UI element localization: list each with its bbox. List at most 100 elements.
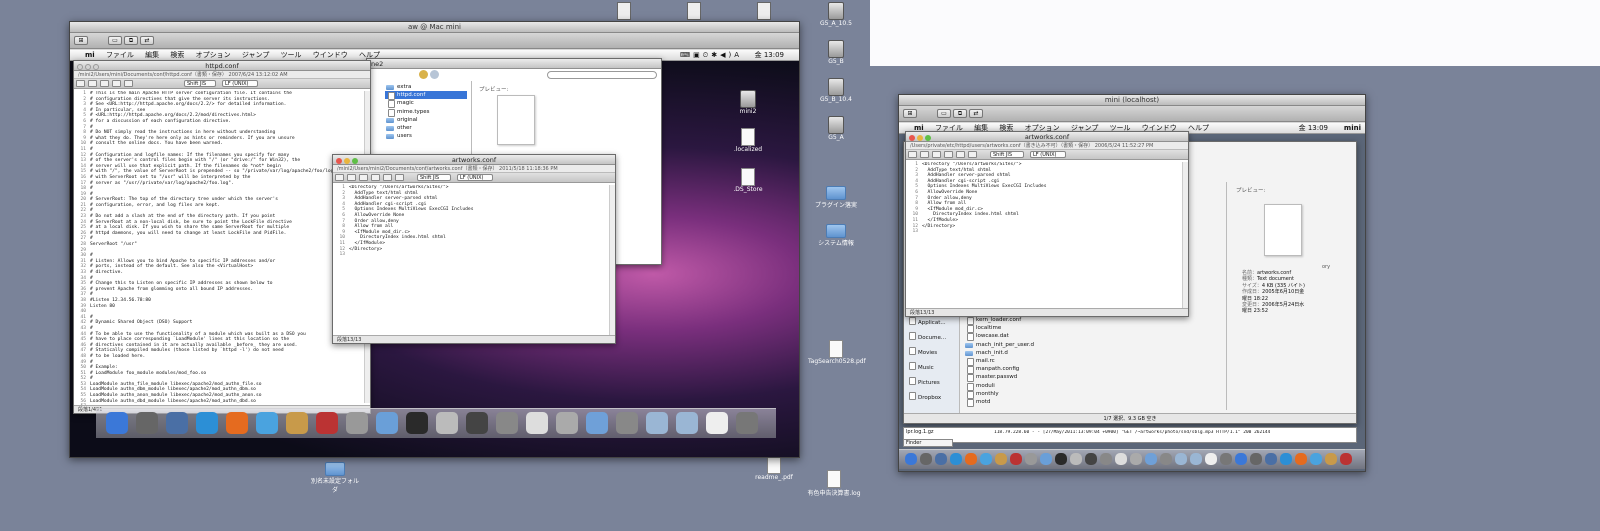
code-line[interactable]: LoadModule authn_dbd_module libexec/apac… <box>90 399 366 403</box>
dock-app-icon[interactable] <box>136 412 158 434</box>
dock-app-icon[interactable] <box>1085 453 1097 465</box>
transfer-icon[interactable]: ⇄ <box>140 36 154 45</box>
list-item[interactable]: mime.types <box>385 108 467 117</box>
sidebar-item[interactable]: Docume... <box>906 331 960 346</box>
drive-icon[interactable]: G5_B_10.4 <box>812 78 860 103</box>
list-item[interactable]: original <box>385 116 467 124</box>
list-item-selected[interactable]: httpd.conf <box>385 91 467 101</box>
menubar-user[interactable]: mini <box>1344 123 1361 134</box>
dock-app-icon[interactable] <box>436 412 458 434</box>
menu-jump[interactable]: ジャンプ <box>242 51 269 59</box>
dock-app-icon[interactable] <box>1130 453 1142 465</box>
list-item[interactable]: monthly <box>964 390 1044 400</box>
desktop-doc-icon[interactable] <box>740 2 788 20</box>
code-area[interactable]: # This is the main Apache HTTP server co… <box>90 91 366 403</box>
menu-tools[interactable]: ツール <box>281 51 302 59</box>
code-area[interactable]: <Directory "/Users/artworks/Sites/"> Add… <box>922 162 1180 307</box>
toolbar-icon[interactable] <box>383 174 392 181</box>
screenshot-icon[interactable]: ⧉ <box>124 36 138 45</box>
doc-icon[interactable]: .localized <box>724 128 772 153</box>
dock-app-icon[interactable] <box>586 412 608 434</box>
remote-screen-right[interactable]: mi ファイル 編集 検索 オプション ジャンプ ツール ウインドウ ヘルプ m… <box>899 123 1365 471</box>
encoding-select[interactable]: Shift JIS <box>417 174 451 181</box>
menu-file[interactable]: ファイル <box>106 51 134 59</box>
dock-app-icon[interactable] <box>1325 453 1337 465</box>
folder-icon[interactable]: 別名未設定フォルダ <box>310 462 360 494</box>
drive-icon[interactable]: G5_A <box>812 116 860 141</box>
dock-app-icon[interactable] <box>1145 453 1157 465</box>
folder-icon[interactable]: プラグイン落実 <box>812 186 860 209</box>
dock-app-icon[interactable] <box>1010 453 1022 465</box>
dock-app-icon[interactable] <box>316 412 338 434</box>
code-line[interactable] <box>349 252 607 258</box>
vnc-window-right[interactable]: mini (localhost) ⊞ ▭ ⧉ ⇄ mi ファイル 編集 検索 オ… <box>898 94 1366 472</box>
dock-app-icon[interactable] <box>1220 453 1232 465</box>
dock-app-icon[interactable] <box>346 412 368 434</box>
list-item[interactable]: magic <box>385 99 467 109</box>
dock-app-icon[interactable] <box>1250 453 1262 465</box>
toolbar-icon[interactable] <box>395 174 404 181</box>
finder-search-input[interactable] <box>547 71 657 79</box>
menu-extras-icon[interactable]: ⌨▣⏲✱◀)A <box>680 50 742 61</box>
list-item[interactable]: moduli <box>964 382 1044 391</box>
finder-nav-icon[interactable] <box>419 70 461 80</box>
dock-app-icon[interactable] <box>736 412 758 434</box>
dock-app-icon[interactable] <box>1235 453 1247 465</box>
toolbar-icon[interactable] <box>100 80 109 87</box>
dock-app-icon[interactable] <box>1055 453 1067 465</box>
vertical-scrollbar[interactable] <box>1182 162 1188 308</box>
dock-app-icon[interactable] <box>706 412 728 434</box>
dock-app-icon[interactable] <box>106 412 128 434</box>
toolbar-icon[interactable] <box>88 80 97 87</box>
encoding-select[interactable]: Shift JIS <box>184 80 216 87</box>
dock-app-icon[interactable] <box>1340 453 1352 465</box>
list-item[interactable]: extra <box>385 83 467 91</box>
dock-app-icon[interactable] <box>1115 453 1127 465</box>
doc-icon[interactable]: .DS_Store <box>724 168 772 193</box>
sidebar-item[interactable]: Pictures <box>906 376 960 391</box>
editor-titlebar[interactable]: artworks.conf <box>906 132 1188 142</box>
dock-app-icon[interactable] <box>1025 453 1037 465</box>
toolbar-icon[interactable] <box>968 151 977 158</box>
finder-field[interactable]: Finder <box>903 439 953 447</box>
dock-app-icon[interactable] <box>256 412 278 434</box>
list-item[interactable]: users <box>385 132 467 140</box>
dock-app-icon[interactable] <box>616 412 638 434</box>
menu-options[interactable]: オプション <box>196 51 231 59</box>
toggle-toolbar-button[interactable]: ⊞ <box>903 109 917 118</box>
dock-app-icon[interactable] <box>905 453 917 465</box>
dock-app-icon[interactable] <box>646 412 668 434</box>
toggle-toolbar-button[interactable]: ⊞ <box>74 36 88 45</box>
dock-app-icon[interactable] <box>1040 453 1052 465</box>
menu-edit[interactable]: 編集 <box>145 51 159 59</box>
editor-titlebar[interactable]: artworks.conf <box>333 155 615 165</box>
dock-app-icon[interactable] <box>376 412 398 434</box>
vnc-titlebar[interactable]: aw @ Mac mini <box>70 22 799 33</box>
dock-app-icon[interactable] <box>935 453 947 465</box>
list-item[interactable]: lowcase.dat <box>964 332 1044 342</box>
transfer-icon[interactable]: ⇄ <box>969 109 983 118</box>
dock-app-icon[interactable] <box>556 412 578 434</box>
toolbar-icon[interactable] <box>932 151 941 158</box>
menubar-clock[interactable]: 金 13:09 <box>755 50 784 61</box>
list-item[interactable]: other <box>385 124 467 132</box>
toolbar-icon[interactable] <box>920 151 929 158</box>
dock-app-icon[interactable] <box>1295 453 1307 465</box>
dock-app-icon[interactable] <box>1100 453 1112 465</box>
sidebar-item[interactable]: Applicat... <box>906 316 960 331</box>
search-icon[interactable] <box>112 80 121 87</box>
dock-app-icon[interactable] <box>950 453 962 465</box>
dock-app-icon[interactable] <box>286 412 308 434</box>
fullscreen-icon[interactable]: ▭ <box>108 36 122 45</box>
log-file-icon[interactable]: 有色申告決算書.log <box>806 470 862 497</box>
dock-app-icon[interactable] <box>1205 453 1217 465</box>
list-item[interactable]: mail.rc <box>964 357 1044 367</box>
list-item[interactable]: manpath.config <box>964 365 1044 375</box>
list-item[interactable]: motd <box>964 398 1044 408</box>
dock-app-icon[interactable] <box>196 412 218 434</box>
artworks-editor-window[interactable]: artworks.conf /mini2/Users/mini2/Documen… <box>332 154 616 344</box>
dock-app-icon[interactable] <box>526 412 548 434</box>
dock-app-icon[interactable] <box>995 453 1007 465</box>
dock-app-icon[interactable] <box>1310 453 1322 465</box>
menubar-clock[interactable]: 金 13:09 <box>1299 123 1328 134</box>
